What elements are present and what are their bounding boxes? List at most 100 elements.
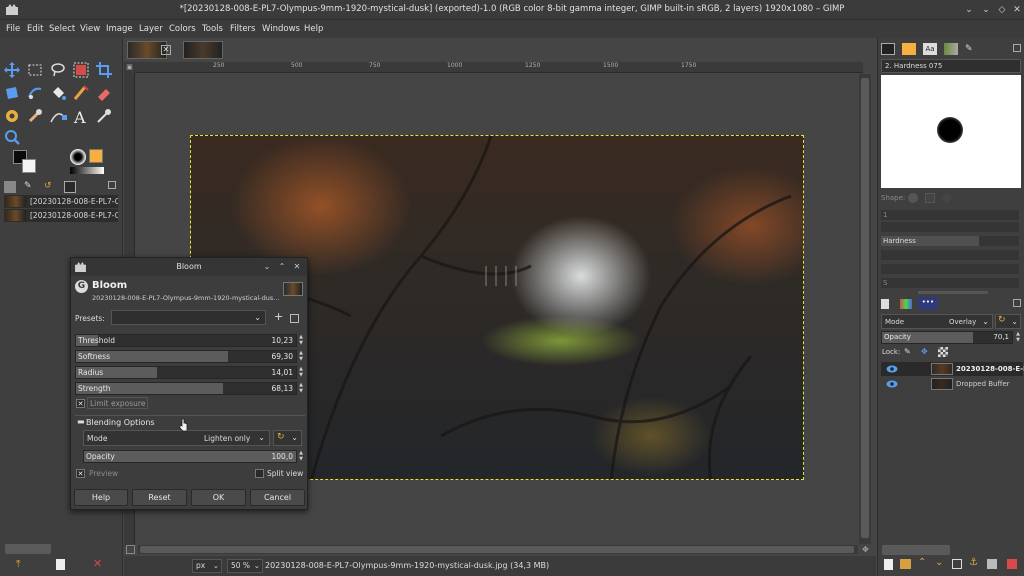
rect-select-tool-icon[interactable] (25, 60, 45, 80)
horizontal-scrollbar[interactable] (138, 545, 858, 554)
panel-menu-icon[interactable] (108, 181, 116, 189)
lower-layer-icon[interactable]: ⌄ (935, 557, 943, 568)
dock-separator[interactable] (918, 291, 988, 294)
crop-tool-icon[interactable] (94, 60, 114, 80)
hardness-field[interactable]: Hardness (881, 236, 979, 247)
gradient-preview-icon[interactable] (70, 167, 104, 174)
brush-editor-tab-icon[interactable]: ✎ (965, 43, 979, 55)
layer-composite-select[interactable]: ↻ ⌄ (995, 314, 1021, 329)
ok-button[interactable]: OK (191, 489, 246, 506)
eye-icon[interactable] (886, 364, 898, 374)
cancel-button[interactable]: Cancel (250, 489, 305, 506)
radius-spin-arrows[interactable]: ▲ ▼ (297, 366, 305, 379)
new-layer-icon[interactable] (884, 559, 893, 570)
scrollbar-thumb[interactable] (861, 78, 869, 538)
paintbrush-tool-icon[interactable] (71, 83, 91, 103)
image-list-item[interactable]: [20230128-008-E-PL7-Olym (4, 209, 118, 222)
threshold-spin-arrows[interactable]: ▲ ▼ (297, 334, 305, 347)
strength-slider[interactable]: Strength 68,13 (75, 382, 297, 395)
presets-menu-icon[interactable] (290, 314, 299, 323)
reset-button[interactable]: Reset (132, 489, 187, 506)
device-status-tab-icon[interactable] (64, 181, 76, 193)
help-button[interactable]: Help (74, 489, 128, 506)
image-list-item[interactable]: [20230128-008-E-PL7-Olym (4, 195, 118, 208)
menu-file[interactable]: File (6, 24, 20, 34)
raise-image-icon[interactable]: ⤒ (16, 559, 20, 570)
menu-edit[interactable]: Edit (27, 24, 43, 34)
layer-row[interactable]: 20230128-008-E-PL7 (881, 362, 1024, 376)
blending-options-header[interactable]: ▬ Blending Options (75, 415, 305, 427)
composite-mode-select[interactable]: ↻ ⌄ (273, 430, 302, 446)
layers-scrollbar[interactable] (882, 545, 950, 555)
panel-menu-icon[interactable] (1013, 299, 1021, 307)
menu-filters[interactable]: Filters (230, 24, 255, 34)
background-color-swatch[interactable] (22, 159, 36, 173)
close-icon[interactable]: ✕ (1010, 3, 1024, 17)
transform-tool-icon[interactable] (2, 83, 22, 103)
menu-view[interactable]: View (80, 24, 100, 34)
layer-mask-icon[interactable] (987, 559, 997, 569)
maximize-icon[interactable]: ◇ (995, 3, 1009, 17)
brush-spacing-field[interactable]: S (881, 278, 1019, 289)
lock-alpha-icon[interactable] (938, 347, 948, 357)
anchor-layer-icon[interactable]: ⚓ (969, 557, 978, 568)
radius-slider[interactable]: Radius 14,01 (75, 366, 297, 379)
brush-name-field[interactable]: 2. Hardness 075 (881, 59, 1021, 73)
brush-radius-field[interactable]: 1 (881, 210, 1019, 221)
menu-help[interactable]: Help (304, 24, 323, 34)
move-tool-icon[interactable] (2, 60, 22, 80)
layers-tab-icon[interactable] (881, 299, 889, 309)
minimize-icon[interactable]: ⌄ (979, 3, 993, 17)
split-view-checkbox[interactable] (255, 469, 264, 478)
tab-close-icon[interactable]: ✕ (161, 45, 171, 55)
vertical-scrollbar[interactable] (859, 74, 871, 544)
gradients-tab-icon[interactable] (944, 43, 958, 55)
layer-opacity-spin-arrows[interactable]: ▲ ▼ (1014, 331, 1022, 344)
brush-aspect-field[interactable] (881, 250, 1019, 261)
add-preset-icon[interactable]: + (274, 310, 283, 324)
warp-tool-icon[interactable] (25, 83, 45, 103)
blend-mode-select[interactable]: Mode Lighten only ⌄ (83, 430, 270, 446)
layer-row[interactable]: Dropped Buffer (881, 377, 1023, 391)
smudge-tool-icon[interactable] (25, 106, 45, 126)
pattern-preview-icon[interactable] (89, 149, 103, 163)
foreground-select-tool-icon[interactable] (71, 60, 91, 80)
menu-select[interactable]: Select (49, 24, 75, 34)
tool-options-tab-icon[interactable]: ✎ (24, 181, 36, 193)
clone-tool-icon[interactable] (2, 106, 22, 126)
limit-exposure-checkbox[interactable]: ✕ (76, 399, 85, 408)
brush-preview-icon[interactable] (70, 149, 86, 165)
softness-slider[interactable]: Softness 69,30 (75, 350, 297, 363)
brush-angle-field[interactable] (881, 264, 1019, 275)
menu-colors[interactable]: Colors (169, 24, 196, 34)
raise-layer-icon[interactable]: ⌃ (918, 557, 926, 568)
panel-menu-icon[interactable] (1013, 44, 1021, 52)
eye-icon[interactable] (886, 379, 898, 389)
presets-select[interactable]: ⌄ (111, 310, 266, 325)
opacity-slider[interactable]: Opacity 100,0 (83, 450, 297, 463)
text-tool-icon[interactable]: A (71, 106, 91, 127)
brush-spikes-field[interactable] (881, 222, 1019, 233)
quick-mask-toggle-icon[interactable]: ▣ (124, 62, 135, 73)
image-tab-thumbnail[interactable] (183, 41, 223, 59)
dialog-maximize-icon[interactable]: ⌃ (276, 261, 288, 273)
window-menu-icon[interactable]: ⌄ (962, 3, 976, 17)
images-tab-icon[interactable] (4, 181, 16, 193)
zoom-to-fit-icon[interactable] (126, 545, 135, 554)
opacity-spin-arrows[interactable]: ▲ ▼ (297, 450, 305, 463)
paths-tab-icon[interactable]: ••• (918, 297, 938, 310)
toolbox-scrollbar[interactable] (5, 544, 51, 554)
path-tool-icon[interactable] (48, 106, 68, 126)
navigate-icon[interactable]: ✥ (860, 545, 871, 555)
dialog-minimize-icon[interactable]: ⌄ (261, 261, 273, 273)
brushes-tab-icon[interactable] (881, 43, 895, 55)
softness-spin-arrows[interactable]: ▲ ▼ (297, 350, 305, 363)
patterns-tab-icon[interactable] (902, 43, 916, 55)
scrollbar-thumb[interactable] (140, 546, 854, 553)
layer-mode-select[interactable]: Mode Overlay ⌄ (881, 314, 993, 329)
eraser-tool-icon[interactable] (94, 83, 114, 103)
color-picker-tool-icon[interactable] (94, 106, 114, 126)
zoom-tool-icon[interactable] (2, 127, 22, 147)
layer-opacity-slider[interactable]: Opacity 70,1 (881, 331, 1013, 344)
menu-layer[interactable]: Layer (139, 24, 163, 34)
